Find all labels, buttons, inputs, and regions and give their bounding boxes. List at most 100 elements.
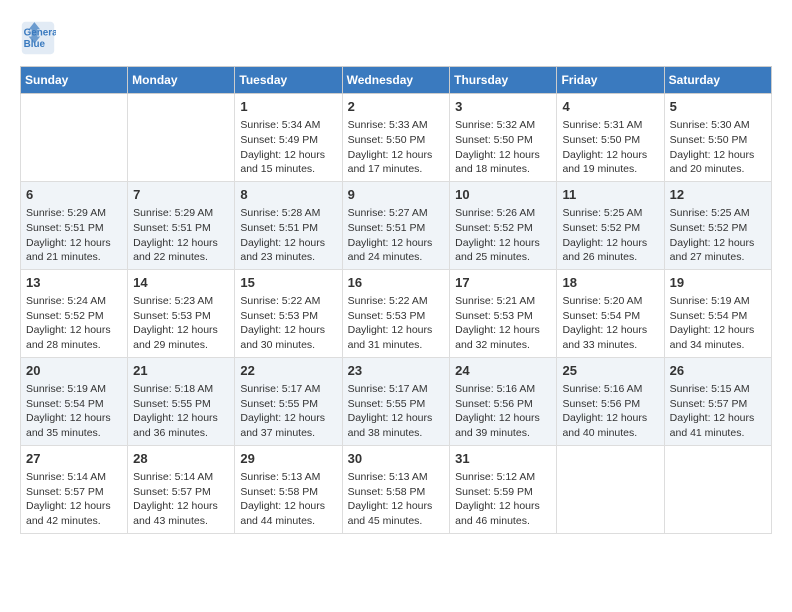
sunrise-text: Sunrise: 5:21 AM — [455, 294, 551, 309]
sunrise-text: Sunrise: 5:13 AM — [348, 470, 445, 485]
sunrise-text: Sunrise: 5:14 AM — [26, 470, 122, 485]
calendar-cell: 17Sunrise: 5:21 AMSunset: 5:53 PMDayligh… — [450, 269, 557, 357]
day-number: 23 — [348, 362, 445, 380]
sunset-text: Sunset: 5:50 PM — [455, 133, 551, 148]
weekday-header-sunday: Sunday — [21, 67, 128, 94]
sunrise-text: Sunrise: 5:17 AM — [348, 382, 445, 397]
day-number: 31 — [455, 450, 551, 468]
calendar-cell: 23 Sunrise: 5:17 AMSunset: 5:55 PMDayligh… — [342, 357, 450, 445]
sunrise-text: Sunrise: 5:14 AM — [133, 470, 229, 485]
calendar-cell — [664, 445, 771, 533]
calendar-cell — [21, 94, 128, 182]
daylight-text: Daylight: 12 hours and 41 minutes. — [670, 411, 766, 440]
sunrise-text: Sunrise: 5:29 AM — [26, 206, 122, 221]
weekday-header-thursday: Thursday — [450, 67, 557, 94]
weekday-header-wednesday: Wednesday — [342, 67, 450, 94]
day-number: 29 — [240, 450, 336, 468]
sunset-text: Sunset: 5:50 PM — [562, 133, 658, 148]
sunrise-text: Sunrise: 5:29 AM — [133, 206, 229, 221]
sunrise-text: Sunrise: 5:19 AM — [26, 382, 122, 397]
sunset-text: Sunset: 5:57 PM — [670, 397, 766, 412]
day-number: 18 — [562, 274, 658, 292]
calendar-cell: 6 Sunrise: 5:29 AMSunset: 5:51 PMDaylight… — [21, 181, 128, 269]
day-number: 20 — [26, 362, 122, 380]
sunrise-text: Sunrise: 5:13 AM — [240, 470, 336, 485]
sunset-text: Sunset: 5:51 PM — [26, 221, 122, 236]
calendar-cell: 26Sunrise: 5:15 AMSunset: 5:57 PMDayligh… — [664, 357, 771, 445]
sunset-text: Sunset: 5:55 PM — [348, 397, 445, 412]
calendar-cell — [557, 445, 664, 533]
sunset-text: Sunset: 5:54 PM — [670, 309, 766, 324]
weekday-header-monday: Monday — [128, 67, 235, 94]
calendar-cell: 2Sunrise: 5:33 AMSunset: 5:50 PMDaylight… — [342, 94, 450, 182]
day-number: 19 — [670, 274, 766, 292]
sunrise-text: Sunrise: 5:25 AM — [562, 206, 658, 221]
day-number: 2 — [348, 98, 445, 116]
calendar-row-1: 6Sunrise: 5:29 AMSunset: 5:51 PMDaylight… — [21, 181, 772, 269]
calendar-cell: 24Sunrise: 5:16 AMSunset: 5:56 PMDayligh… — [450, 357, 557, 445]
sunset-text: Sunset: 5:51 PM — [133, 221, 229, 236]
sunrise-text: Sunrise: 5:20 AM — [562, 294, 658, 309]
calendar-cell: 31Sunrise: 5:12 AMSunset: 5:59 PMDayligh… — [450, 445, 557, 533]
daylight-text: Daylight: 12 hours and 37 minutes. — [240, 411, 336, 440]
day-number: 17 — [455, 274, 551, 292]
daylight-text: Daylight: 12 hours and 28 minutes. — [26, 323, 122, 352]
weekday-header-saturday: Saturday — [664, 67, 771, 94]
sunrise-text: Sunrise: 5:25 AM — [670, 206, 766, 221]
day-number: 30 — [348, 450, 445, 468]
sunrise-text: Sunrise: 5:31 AM — [562, 118, 658, 133]
calendar-cell: 1Sunrise: 5:34 AMSunset: 5:49 PMDaylight… — [235, 94, 342, 182]
daylight-text: Daylight: 12 hours and 21 minutes. — [26, 236, 122, 265]
sunset-text: Sunset: 5:52 PM — [670, 221, 766, 236]
weekday-header-friday: Friday — [557, 67, 664, 94]
calendar-cell: 12Sunrise: 5:25 AMSunset: 5:52 PMDayligh… — [664, 181, 771, 269]
sunrise-text: Sunrise: 5:22 AM — [348, 294, 445, 309]
calendar-cell: 25Sunrise: 5:16 AMSunset: 5:56 PMDayligh… — [557, 357, 664, 445]
sunrise-text: Sunrise: 5:16 AM — [562, 382, 658, 397]
sunrise-text: Sunrise: 5:34 AM — [240, 118, 336, 133]
day-number: 16 — [348, 274, 445, 292]
sunrise-text: Sunrise: 5:18 AM — [133, 382, 229, 397]
day-number: 5 — [670, 98, 766, 116]
daylight-text: Daylight: 12 hours and 40 minutes. — [562, 411, 658, 440]
sunrise-text: Sunrise: 5:30 AM — [670, 118, 766, 133]
daylight-text: Daylight: 12 hours and 18 minutes. — [455, 148, 551, 177]
sunset-text: Sunset: 5:58 PM — [348, 485, 445, 500]
day-number: 6 — [26, 186, 122, 204]
sunrise-text: Sunrise: 5:32 AM — [455, 118, 551, 133]
daylight-text: Daylight: 12 hours and 38 minutes. — [348, 411, 445, 440]
sunset-text: Sunset: 5:50 PM — [670, 133, 766, 148]
daylight-text: Daylight: 12 hours and 35 minutes. — [26, 411, 122, 440]
sunset-text: Sunset: 5:56 PM — [562, 397, 658, 412]
sunset-text: Sunset: 5:53 PM — [240, 309, 336, 324]
daylight-text: Daylight: 12 hours and 20 minutes. — [670, 148, 766, 177]
sunset-text: Sunset: 5:54 PM — [562, 309, 658, 324]
daylight-text: Daylight: 12 hours and 23 minutes. — [240, 236, 336, 265]
sunset-text: Sunset: 5:58 PM — [240, 485, 336, 500]
day-number: 3 — [455, 98, 551, 116]
daylight-text: Daylight: 12 hours and 34 minutes. — [670, 323, 766, 352]
sunrise-text: Sunrise: 5:27 AM — [348, 206, 445, 221]
logo: General Blue — [20, 20, 64, 56]
sunrise-text: Sunrise: 5:19 AM — [670, 294, 766, 309]
calendar-cell: 4Sunrise: 5:31 AMSunset: 5:50 PMDaylight… — [557, 94, 664, 182]
daylight-text: Daylight: 12 hours and 30 minutes. — [240, 323, 336, 352]
weekday-header-tuesday: Tuesday — [235, 67, 342, 94]
sunset-text: Sunset: 5:49 PM — [240, 133, 336, 148]
daylight-text: Daylight: 12 hours and 31 minutes. — [348, 323, 445, 352]
sunrise-text: Sunrise: 5:33 AM — [348, 118, 445, 133]
daylight-text: Daylight: 12 hours and 43 minutes. — [133, 499, 229, 528]
daylight-text: Daylight: 12 hours and 19 minutes. — [562, 148, 658, 177]
calendar-cell: 10Sunrise: 5:26 AMSunset: 5:52 PMDayligh… — [450, 181, 557, 269]
sunrise-text: Sunrise: 5:28 AM — [240, 206, 336, 221]
calendar-cell: 19 Sunrise: 5:19 AMSunset: 5:54 PMDayligh… — [664, 269, 771, 357]
daylight-text: Daylight: 12 hours and 15 minutes. — [240, 148, 336, 177]
daylight-text: Daylight: 12 hours and 45 minutes. — [348, 499, 445, 528]
daylight-text: Daylight: 12 hours and 39 minutes. — [455, 411, 551, 440]
day-number: 21 — [133, 362, 229, 380]
day-number: 8 — [240, 186, 336, 204]
daylight-text: Daylight: 12 hours and 26 minutes. — [562, 236, 658, 265]
sunrise-text: Sunrise: 5:26 AM — [455, 206, 551, 221]
day-number: 28 — [133, 450, 229, 468]
calendar-row-0: 1Sunrise: 5:34 AMSunset: 5:49 PMDaylight… — [21, 94, 772, 182]
